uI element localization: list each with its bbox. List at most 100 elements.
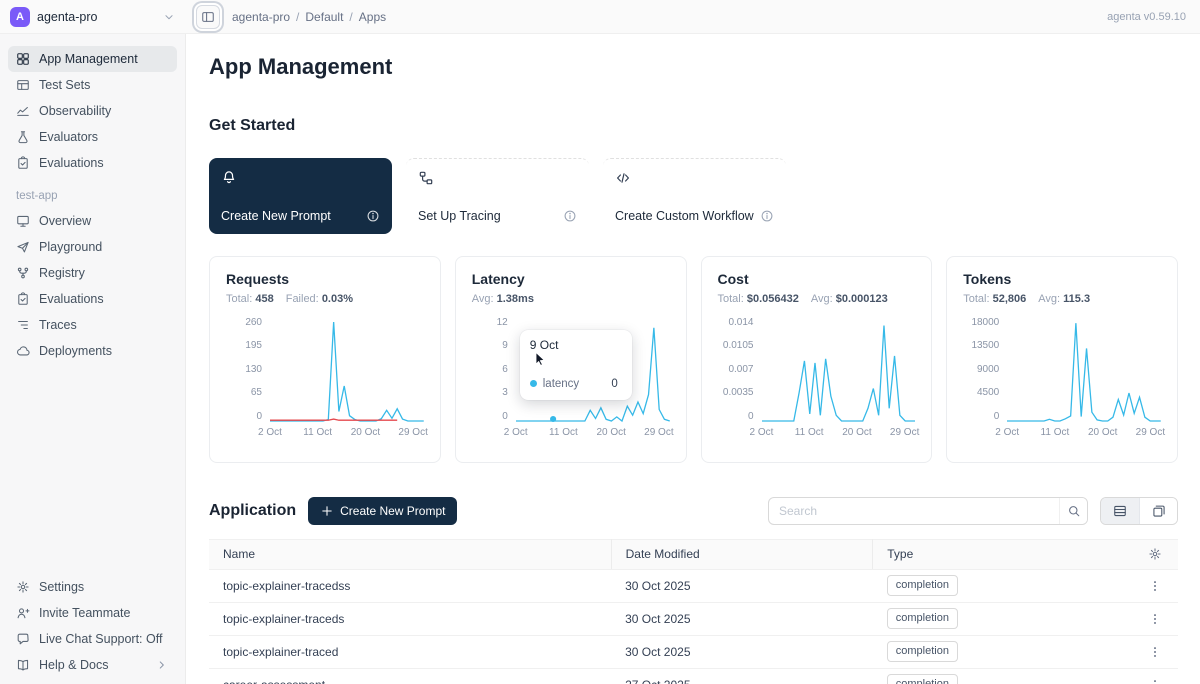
chevron-down-icon bbox=[162, 10, 176, 24]
panel-left-icon bbox=[201, 10, 215, 24]
app-date-modified: 30 Oct 2025 bbox=[611, 569, 873, 602]
sidebar-item-observability[interactable]: Observability bbox=[8, 98, 177, 124]
get-started-card-create-custom-workflow[interactable]: Create Custom Workflow bbox=[603, 158, 786, 234]
app-root: A agenta-pro agenta-pro/Default/Apps age… bbox=[0, 0, 1200, 684]
table-row[interactable]: topic-explainer-traced30 Oct 2025complet… bbox=[209, 635, 1178, 668]
sidebar-item-live-chat-support-off[interactable]: Live Chat Support: Off bbox=[8, 626, 177, 652]
sidebar-item-evaluations[interactable]: Evaluations bbox=[8, 286, 177, 312]
sidebar-item-label: Traces bbox=[39, 318, 77, 332]
card-label: Create New Prompt bbox=[221, 209, 331, 223]
card-label: Set Up Tracing bbox=[418, 209, 501, 223]
search-input[interactable] bbox=[769, 504, 1059, 518]
sidebar-item-label: Evaluations bbox=[39, 292, 104, 306]
stat-cards: RequestsTotal: 458Failed: 0.03%260195130… bbox=[209, 256, 1178, 463]
sidebar-item-app-management[interactable]: App Management bbox=[8, 46, 177, 72]
stat-card-cost: CostTotal: $0.056432Avg: $0.0001230.0140… bbox=[701, 256, 933, 463]
get-started-card-set-up-tracing[interactable]: Set Up Tracing bbox=[406, 158, 589, 234]
applications-table: NameDate ModifiedType topic-explainer-tr… bbox=[209, 539, 1178, 684]
type-badge: completion bbox=[887, 641, 958, 661]
stat-value: Avg: 115.3 bbox=[1038, 293, 1090, 305]
x-axis-labels: 2 Oct11 Oct20 Oct29 Oct bbox=[516, 423, 670, 439]
sidebar-item-evaluators[interactable]: Evaluators bbox=[8, 124, 177, 150]
sidebar-item-label: Settings bbox=[39, 580, 84, 594]
page-title: App Management bbox=[209, 54, 1178, 80]
tree-icon bbox=[418, 170, 434, 186]
row-menu-button[interactable] bbox=[1146, 610, 1164, 628]
stat-card-requests: RequestsTotal: 458Failed: 0.03%260195130… bbox=[209, 256, 441, 463]
type-badge: completion bbox=[887, 575, 958, 595]
type-badge: completion bbox=[887, 608, 958, 628]
sidebar-app-nav: OverviewPlayground Registry Evaluations Tra… bbox=[8, 208, 177, 364]
get-started-card-create-new-prompt[interactable]: Create New Prompt bbox=[209, 158, 392, 234]
y-axis-labels: 129630 bbox=[472, 318, 508, 423]
stat-card-title: Tokens bbox=[963, 271, 1161, 287]
chevron-right-icon bbox=[155, 658, 169, 672]
workspace-selector[interactable]: A agenta-pro bbox=[0, 7, 186, 27]
card-view-icon bbox=[1152, 504, 1166, 518]
create-new-prompt-button[interactable]: Create New Prompt bbox=[308, 497, 457, 525]
stat-card-title: Cost bbox=[718, 271, 916, 287]
sidebar-item-overview[interactable]: Overview bbox=[8, 208, 177, 234]
sidebar-toggle-button[interactable] bbox=[196, 5, 220, 29]
sidebar-app-section-label: test-app bbox=[8, 176, 177, 208]
plus-icon bbox=[320, 504, 334, 518]
row-menu-button[interactable] bbox=[1146, 577, 1164, 595]
more-options-icon bbox=[1148, 612, 1162, 626]
stat-value: Total: $0.056432 bbox=[718, 293, 799, 305]
sidebar-item-deployments[interactable]: Deployments bbox=[8, 338, 177, 364]
table-icon bbox=[16, 78, 30, 92]
row-menu-button[interactable] bbox=[1146, 676, 1164, 684]
sidebar-item-help-docs[interactable]: Help & Docs bbox=[8, 652, 177, 678]
sidebar-footer-nav: Settings Invite TeammateLive Chat Support… bbox=[8, 574, 177, 678]
sidebar-item-registry[interactable]: Registry bbox=[8, 260, 177, 286]
sidebar-main-nav: App ManagementTest SetsObservability Eval… bbox=[8, 46, 177, 176]
x-axis-labels: 2 Oct11 Oct20 Oct29 Oct bbox=[1007, 423, 1161, 439]
search-button[interactable] bbox=[1059, 498, 1087, 524]
bell-icon bbox=[221, 169, 237, 185]
table-row[interactable]: topic-explainer-traceds30 Oct 2025comple… bbox=[209, 602, 1178, 635]
requests-chart[interactable] bbox=[270, 318, 424, 423]
app-name: career-assessment bbox=[209, 668, 611, 684]
tooltip-date: 9 Oct bbox=[530, 338, 622, 352]
x-axis-labels: 2 Oct11 Oct20 Oct29 Oct bbox=[270, 423, 424, 439]
more-options-icon bbox=[1148, 579, 1162, 593]
code-icon bbox=[615, 170, 631, 186]
view-toggle bbox=[1100, 497, 1178, 525]
breadcrumb-item[interactable]: Default bbox=[305, 10, 343, 24]
sidebar-item-invite-teammate[interactable]: Invite Teammate bbox=[8, 600, 177, 626]
stat-value: Avg: 1.38ms bbox=[472, 293, 534, 305]
version-label: agenta v0.59.10 bbox=[1107, 11, 1186, 23]
row-menu-button[interactable] bbox=[1146, 643, 1164, 661]
table-row[interactable]: career-assessment27 Oct 2025completion bbox=[209, 668, 1178, 684]
gear-icon bbox=[1148, 547, 1162, 561]
sidebar-item-settings[interactable]: Settings bbox=[8, 574, 177, 600]
table-settings-button[interactable] bbox=[1146, 545, 1164, 563]
chart-icon bbox=[16, 104, 30, 118]
info-icon bbox=[760, 209, 774, 223]
sidebar-item-traces[interactable]: Traces bbox=[8, 312, 177, 338]
y-axis-labels: 0.0140.01050.0070.00350 bbox=[718, 318, 754, 423]
clipboard-icon bbox=[16, 292, 30, 306]
cost-chart[interactable] bbox=[762, 318, 916, 423]
topbar: A agenta-pro agenta-pro/Default/Apps age… bbox=[0, 0, 1200, 34]
breadcrumb-item[interactable]: agenta-pro bbox=[232, 10, 290, 24]
gear-icon bbox=[16, 580, 30, 594]
y-axis-labels: 260195130650 bbox=[226, 318, 262, 423]
sidebar-item-test-sets[interactable]: Test Sets bbox=[8, 72, 177, 98]
more-options-icon bbox=[1148, 678, 1162, 684]
sidebar-item-label: Registry bbox=[39, 266, 85, 280]
fork-icon bbox=[16, 266, 30, 280]
mouse-cursor-icon bbox=[533, 351, 548, 366]
tooltip-series: latency bbox=[543, 378, 579, 390]
info-icon bbox=[563, 209, 577, 223]
sidebar-item-evaluations[interactable]: Evaluations bbox=[8, 150, 177, 176]
table-view-button[interactable] bbox=[1101, 498, 1139, 524]
tokens-chart[interactable] bbox=[1007, 318, 1161, 423]
card-view-button[interactable] bbox=[1139, 498, 1177, 524]
breadcrumb-item[interactable]: Apps bbox=[359, 10, 386, 24]
column-header-date-modified: Date Modified bbox=[611, 539, 873, 569]
sidebar-item-playground[interactable]: Playground bbox=[8, 234, 177, 260]
chat-icon bbox=[16, 632, 30, 646]
table-row[interactable]: topic-explainer-tracedss30 Oct 2025compl… bbox=[209, 569, 1178, 602]
sidebar-item-label: Evaluators bbox=[39, 130, 98, 144]
